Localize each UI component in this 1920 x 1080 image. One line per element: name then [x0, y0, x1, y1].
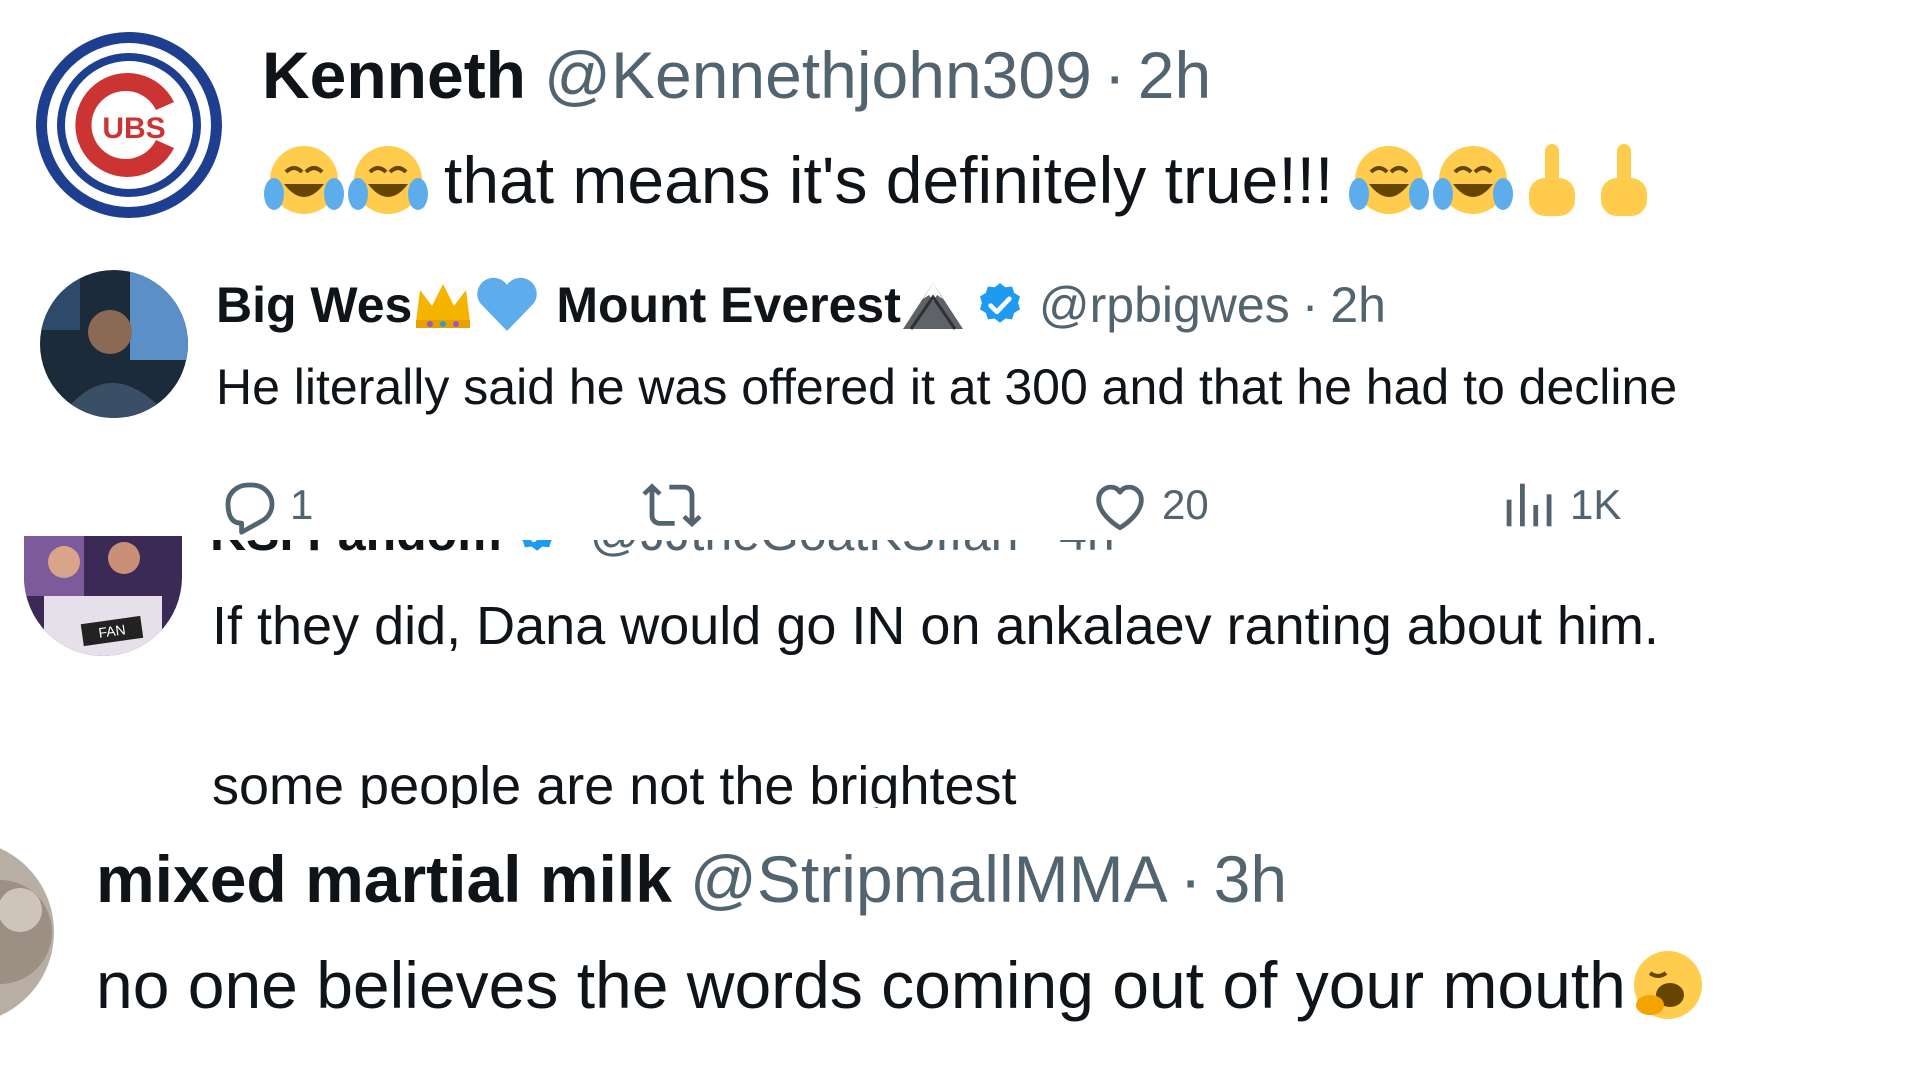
separator-dot: · [1179, 842, 1202, 916]
display-name[interactable]: Big Wes [216, 276, 412, 334]
retweet-button[interactable] [640, 470, 714, 540]
tweet-text: no one believes the words coming out of … [96, 940, 1706, 1030]
avatar[interactable] [0, 840, 54, 1024]
user-photo-icon [0, 840, 54, 1024]
display-name-suffix[interactable]: Mount Everest [556, 276, 901, 334]
handle[interactable]: @rpbigwes [1039, 276, 1290, 334]
heart-icon [1096, 484, 1144, 531]
blue-heart-emoji-icon [477, 277, 538, 331]
handle[interactable]: @Kennethjohn309 [544, 37, 1092, 113]
middle-finger-emoji-icon [1601, 144, 1648, 216]
tears-of-joy-emoji-icon [264, 146, 344, 214]
tweet-text: that means it's definitely true!!! [262, 132, 1659, 228]
separator-dot: · [1301, 277, 1319, 333]
avatar[interactable]: UBS [34, 30, 224, 220]
views-count: 1K [1570, 481, 1622, 528]
tears-of-joy-emoji-icon [1433, 146, 1514, 214]
timestamp[interactable]: 3h [1214, 841, 1287, 917]
tweet-header: Big Wes Mount Everest @rpbigwes · 2h [216, 270, 1386, 340]
tweet-text-content: no one believes the words coming out of … [96, 948, 1626, 1022]
timestamp[interactable]: 2h [1138, 37, 1211, 113]
separator-dot: · [1103, 38, 1126, 112]
user-photo-icon [40, 270, 188, 418]
tears-of-joy-emoji-icon [1349, 146, 1430, 214]
retweet-icon [642, 483, 702, 528]
tweet-text: He literally said he was offered it at 3… [216, 352, 1677, 422]
clip-mask [0, 808, 1920, 830]
tweet-header: Kenneth @Kennethjohn309 · 2h [262, 30, 1211, 120]
reply-button[interactable]: 1 [216, 470, 313, 540]
tweet-text-content: that means it's definitely true!!! [444, 143, 1334, 217]
views-icon [1506, 483, 1552, 527]
like-button[interactable]: 20 [1088, 470, 1209, 540]
tweet-text-content: If they did, Dana would go IN on ankalae… [212, 596, 1659, 656]
yawning-face-emoji-icon [1633, 951, 1702, 1019]
reply-count: 1 [290, 481, 314, 528]
handle[interactable]: @StripmallMMA [690, 841, 1168, 917]
tweet-header-clipped: KSI Fandom @JJtheGoatKSIfan · 4h [210, 540, 1410, 562]
separator-dot: · [1030, 540, 1047, 562]
user-photo-icon: FAN [24, 536, 182, 656]
display-name[interactable]: mixed martial milk [96, 841, 672, 917]
display-name[interactable]: Kenneth [262, 37, 526, 113]
tweet-header: mixed martial milk @StripmallMMA · 3h [96, 836, 1287, 922]
middle-finger-emoji-icon [1529, 144, 1576, 216]
reply-icon [225, 482, 275, 535]
crown-emoji-icon [416, 284, 471, 328]
tweet-text-content: He literally said he was offered it at 3… [216, 359, 1678, 415]
timeline: UBS Kenneth @Kennethjohn309 · 2h that me… [0, 0, 1920, 1080]
svg-text:UBS: UBS [102, 112, 165, 145]
tears-of-joy-emoji-icon [348, 146, 428, 214]
timestamp[interactable]: 4h [1059, 540, 1115, 562]
handle[interactable]: @JJtheGoatKSIfan [590, 540, 1019, 562]
verified-badge-icon[interactable] [975, 280, 1025, 330]
cubs-logo-icon: UBS [36, 32, 222, 218]
like-count: 20 [1162, 481, 1209, 528]
avatar[interactable] [40, 270, 188, 418]
avatar[interactable]: FAN [24, 536, 182, 656]
tweet-text-line: If they did, Dana would go IN on ankalae… [212, 590, 1659, 662]
tweet-actions: 1 20 1K [216, 470, 1716, 540]
views-button[interactable]: 1K [1496, 470, 1621, 540]
display-name[interactable]: KSI Fandom [210, 540, 502, 562]
verified-badge-icon[interactable] [512, 540, 562, 558]
timestamp[interactable]: 2h [1330, 276, 1386, 334]
mountain-emoji-icon [902, 283, 963, 330]
